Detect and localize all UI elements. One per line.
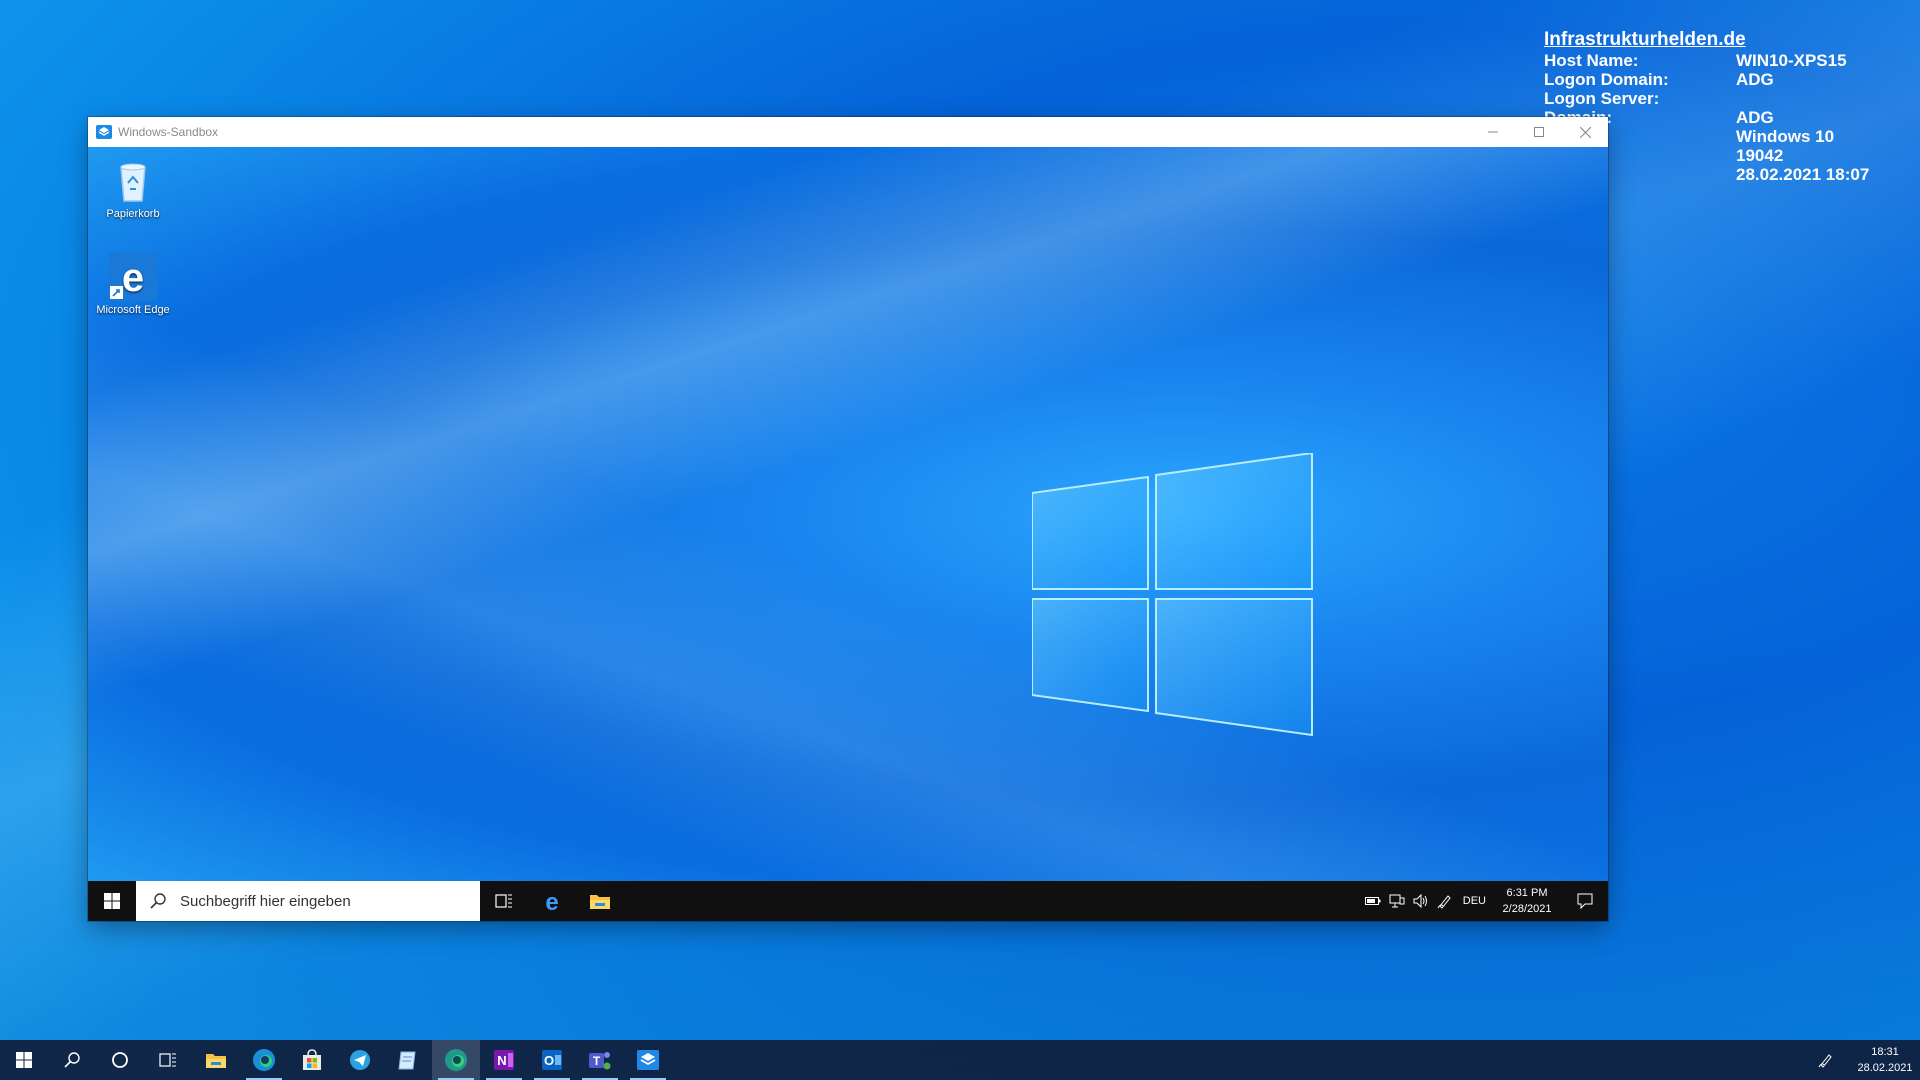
host-cortana-button[interactable] [96,1040,144,1080]
host-task-view-button[interactable] [144,1040,192,1080]
outlook-icon: O [542,1050,562,1070]
language-indicator[interactable]: DEU [1457,895,1492,907]
bginfo-row: Host Name: WIN10-XPS15 [1544,51,1847,70]
edge-chromium-icon [253,1049,275,1071]
edge-icon: e [545,889,558,913]
edge-icon: e [109,253,157,301]
host-taskbar-onenote[interactable]: N [480,1040,528,1080]
desktop-icon-edge[interactable]: e Microsoft Edge [93,253,173,317]
pen-icon[interactable] [1433,881,1457,921]
minimize-button[interactable] [1470,117,1516,147]
host-taskbar-notes[interactable] [384,1040,432,1080]
host-taskbar-file-explorer[interactable] [192,1040,240,1080]
windows-start-icon [16,1052,32,1068]
windows-start-icon [104,893,120,909]
sandbox-desktop[interactable]: Papierkorb e Microsoft Edge [88,147,1608,881]
sandbox-search-input[interactable] [178,891,462,911]
search-icon [150,893,166,909]
host-taskbar-windows-sandbox[interactable] [624,1040,672,1080]
host-date: 28.02.2021 [1857,1062,1913,1074]
telegram-icon [350,1050,370,1070]
search-icon [64,1052,80,1068]
host-taskbar-teams[interactable]: T [576,1040,624,1080]
sandbox-task-view-button[interactable] [480,881,528,921]
sandbox-titlebar[interactable]: Windows-Sandbox [88,117,1608,148]
task-view-icon [159,1053,176,1067]
window-controls [1470,117,1608,147]
network-icon[interactable] [1385,881,1409,921]
svg-text:O: O [544,1053,554,1068]
battery-icon[interactable] [1361,881,1385,921]
host-time: 18:31 [1871,1046,1899,1058]
host-taskbar-store[interactable] [288,1040,336,1080]
wallpaper-light-beam [88,147,1608,881]
sandbox-search-box[interactable] [136,881,480,921]
svg-text:N: N [497,1053,506,1068]
sandbox-taskbar: e DEU 6:31 PM [88,881,1608,921]
host-clock[interactable]: 18:31 28.02.2021 [1850,1044,1920,1076]
sandbox-date: 2/28/2021 [1502,903,1552,915]
maximize-icon [1534,127,1544,137]
host-taskbar-outlook[interactable]: O [528,1040,576,1080]
host-start-button[interactable] [0,1040,48,1080]
edge-beta-icon [445,1049,467,1071]
sandbox-app-icon [96,125,112,139]
folder-icon [590,895,610,909]
recycle-bin-icon [109,157,157,205]
notes-icon [398,1051,416,1070]
task-view-icon [495,894,512,908]
sandbox-taskbar-edge[interactable]: e [528,881,576,921]
store-icon [303,1049,321,1070]
minimize-icon [1488,131,1498,133]
svg-text:e: e [122,256,144,300]
host-taskbar-edge[interactable] [240,1040,288,1080]
host-taskbar-edge-beta[interactable] [432,1040,480,1080]
desktop-icon-label: Papierkorb [106,208,160,220]
maximize-button[interactable] [1516,117,1562,147]
bginfo-row: Logon Server: [1544,89,1660,108]
pen-icon[interactable] [1802,1040,1850,1080]
windows-logo-wallpaper [1032,453,1313,737]
folder-icon [206,1054,226,1068]
teams-icon: T [589,1052,611,1070]
sandbox-window[interactable]: Windows-Sandbox Papierkorb e Microsoft E… [88,117,1608,921]
bginfo-row: Logon Domain: ADG [1544,70,1774,89]
onenote-icon: N [494,1050,514,1070]
host-taskbar-telegram[interactable] [336,1040,384,1080]
desktop-icon-recycle-bin[interactable]: Papierkorb [93,157,173,221]
volume-icon[interactable] [1409,881,1433,921]
host-taskbar: N O T 18:31 28.02.2021 [0,1040,1920,1080]
svg-text:e: e [545,889,558,913]
sandbox-clock[interactable]: 6:31 PM 2/28/2021 [1492,885,1562,917]
sandbox-start-button[interactable] [88,881,136,921]
desktop-icon-label: Microsoft Edge [96,304,170,316]
notification-icon [1577,893,1593,909]
sandbox-taskbar-file-explorer[interactable] [576,881,624,921]
close-icon [1579,126,1591,138]
sandbox-system-tray: DEU 6:31 PM 2/28/2021 [1361,881,1608,921]
sandbox-app-icon [637,1050,659,1070]
svg-text:T: T [593,1054,601,1068]
host-search-button[interactable] [48,1040,96,1080]
sandbox-window-title: Windows-Sandbox [118,125,219,139]
host-system-tray: 18:31 28.02.2021 [1802,1040,1920,1080]
cortana-icon [112,1052,128,1068]
bginfo-link[interactable]: Infrastrukturhelden.de [1544,30,1869,49]
action-center-button[interactable] [1562,881,1608,921]
sandbox-time: 6:31 PM [1506,887,1548,899]
close-button[interactable] [1562,117,1608,147]
